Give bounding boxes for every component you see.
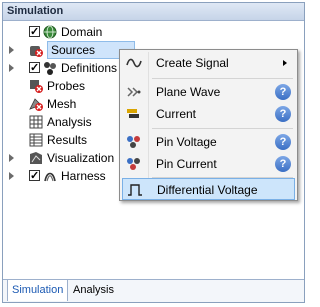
tree-item-label: Harness bbox=[61, 169, 106, 183]
context-menu: Create Signal Plane Wave ? Current ? Pin… bbox=[119, 49, 298, 201]
menu-item-plane-wave[interactable]: Plane Wave ? bbox=[122, 81, 295, 103]
results-icon bbox=[29, 133, 43, 147]
harness-checkbox[interactable] bbox=[29, 167, 40, 185]
tree-item-label: Domain bbox=[61, 25, 103, 39]
menu-item-label: Differential Voltage bbox=[157, 183, 258, 197]
help-icon[interactable]: ? bbox=[275, 134, 291, 150]
pin-voltage-icon bbox=[127, 136, 140, 148]
tree-item-domain[interactable]: Domain bbox=[3, 23, 153, 41]
submenu-arrow-icon bbox=[283, 60, 287, 66]
tree-item-label: Analysis bbox=[47, 115, 92, 129]
signal-wave-icon bbox=[126, 58, 142, 68]
definitions-icon bbox=[44, 62, 56, 75]
help-icon[interactable]: ? bbox=[275, 106, 291, 122]
tree-item-label: Probes bbox=[47, 79, 86, 93]
help-icon[interactable]: ? bbox=[275, 84, 291, 100]
visualization-expand-icon[interactable] bbox=[7, 153, 16, 163]
differential-voltage-icon bbox=[128, 184, 142, 196]
menu-item-label: Pin Current bbox=[156, 157, 217, 171]
tree-item-label: Mesh bbox=[47, 97, 77, 111]
menu-separator bbox=[152, 78, 293, 79]
menu-item-pin-voltage[interactable]: Pin Voltage ? bbox=[122, 131, 295, 153]
help-icon[interactable]: ? bbox=[275, 156, 291, 172]
tab-analysis[interactable]: Analysis bbox=[69, 280, 118, 301]
mesh-icon bbox=[29, 98, 43, 111]
menu-item-create-signal[interactable]: Create Signal bbox=[122, 52, 295, 74]
tab-simulation[interactable]: Simulation bbox=[7, 280, 69, 301]
harness-expand-icon[interactable] bbox=[7, 171, 16, 181]
tree-item-label: Results bbox=[47, 133, 88, 147]
tree-item-label: Visualization bbox=[47, 151, 115, 165]
definitions-expand-icon[interactable] bbox=[7, 63, 16, 73]
menu-separator bbox=[152, 128, 293, 129]
probes-icon bbox=[30, 80, 43, 93]
sources-expand-icon[interactable] bbox=[7, 45, 16, 55]
analysis-icon bbox=[29, 115, 43, 129]
tree-item-label: Definitions bbox=[61, 61, 118, 75]
menu-item-label: Current bbox=[156, 107, 197, 121]
visualization-icon bbox=[30, 152, 42, 164]
menu-item-current[interactable]: Current ? bbox=[122, 103, 295, 125]
menu-item-label: Pin Voltage bbox=[156, 135, 217, 149]
menu-item-label: Create Signal bbox=[156, 56, 229, 70]
pin-current-icon bbox=[127, 158, 140, 170]
menu-item-label: Plane Wave bbox=[156, 85, 221, 99]
definitions-checkbox[interactable] bbox=[29, 59, 40, 77]
menu-item-differential-voltage[interactable]: Differential Voltage bbox=[122, 178, 295, 200]
harness-icon bbox=[44, 172, 56, 182]
current-icon bbox=[127, 109, 139, 118]
sources-icon bbox=[30, 46, 43, 57]
domain-checkbox[interactable] bbox=[29, 23, 40, 41]
bottom-tab-bar: Simulation Analysis bbox=[3, 279, 304, 302]
plane-wave-icon bbox=[127, 87, 141, 97]
globe-icon bbox=[43, 25, 57, 39]
panel-title: Simulation bbox=[3, 3, 304, 21]
menu-item-pin-current[interactable]: Pin Current ? bbox=[122, 153, 295, 175]
